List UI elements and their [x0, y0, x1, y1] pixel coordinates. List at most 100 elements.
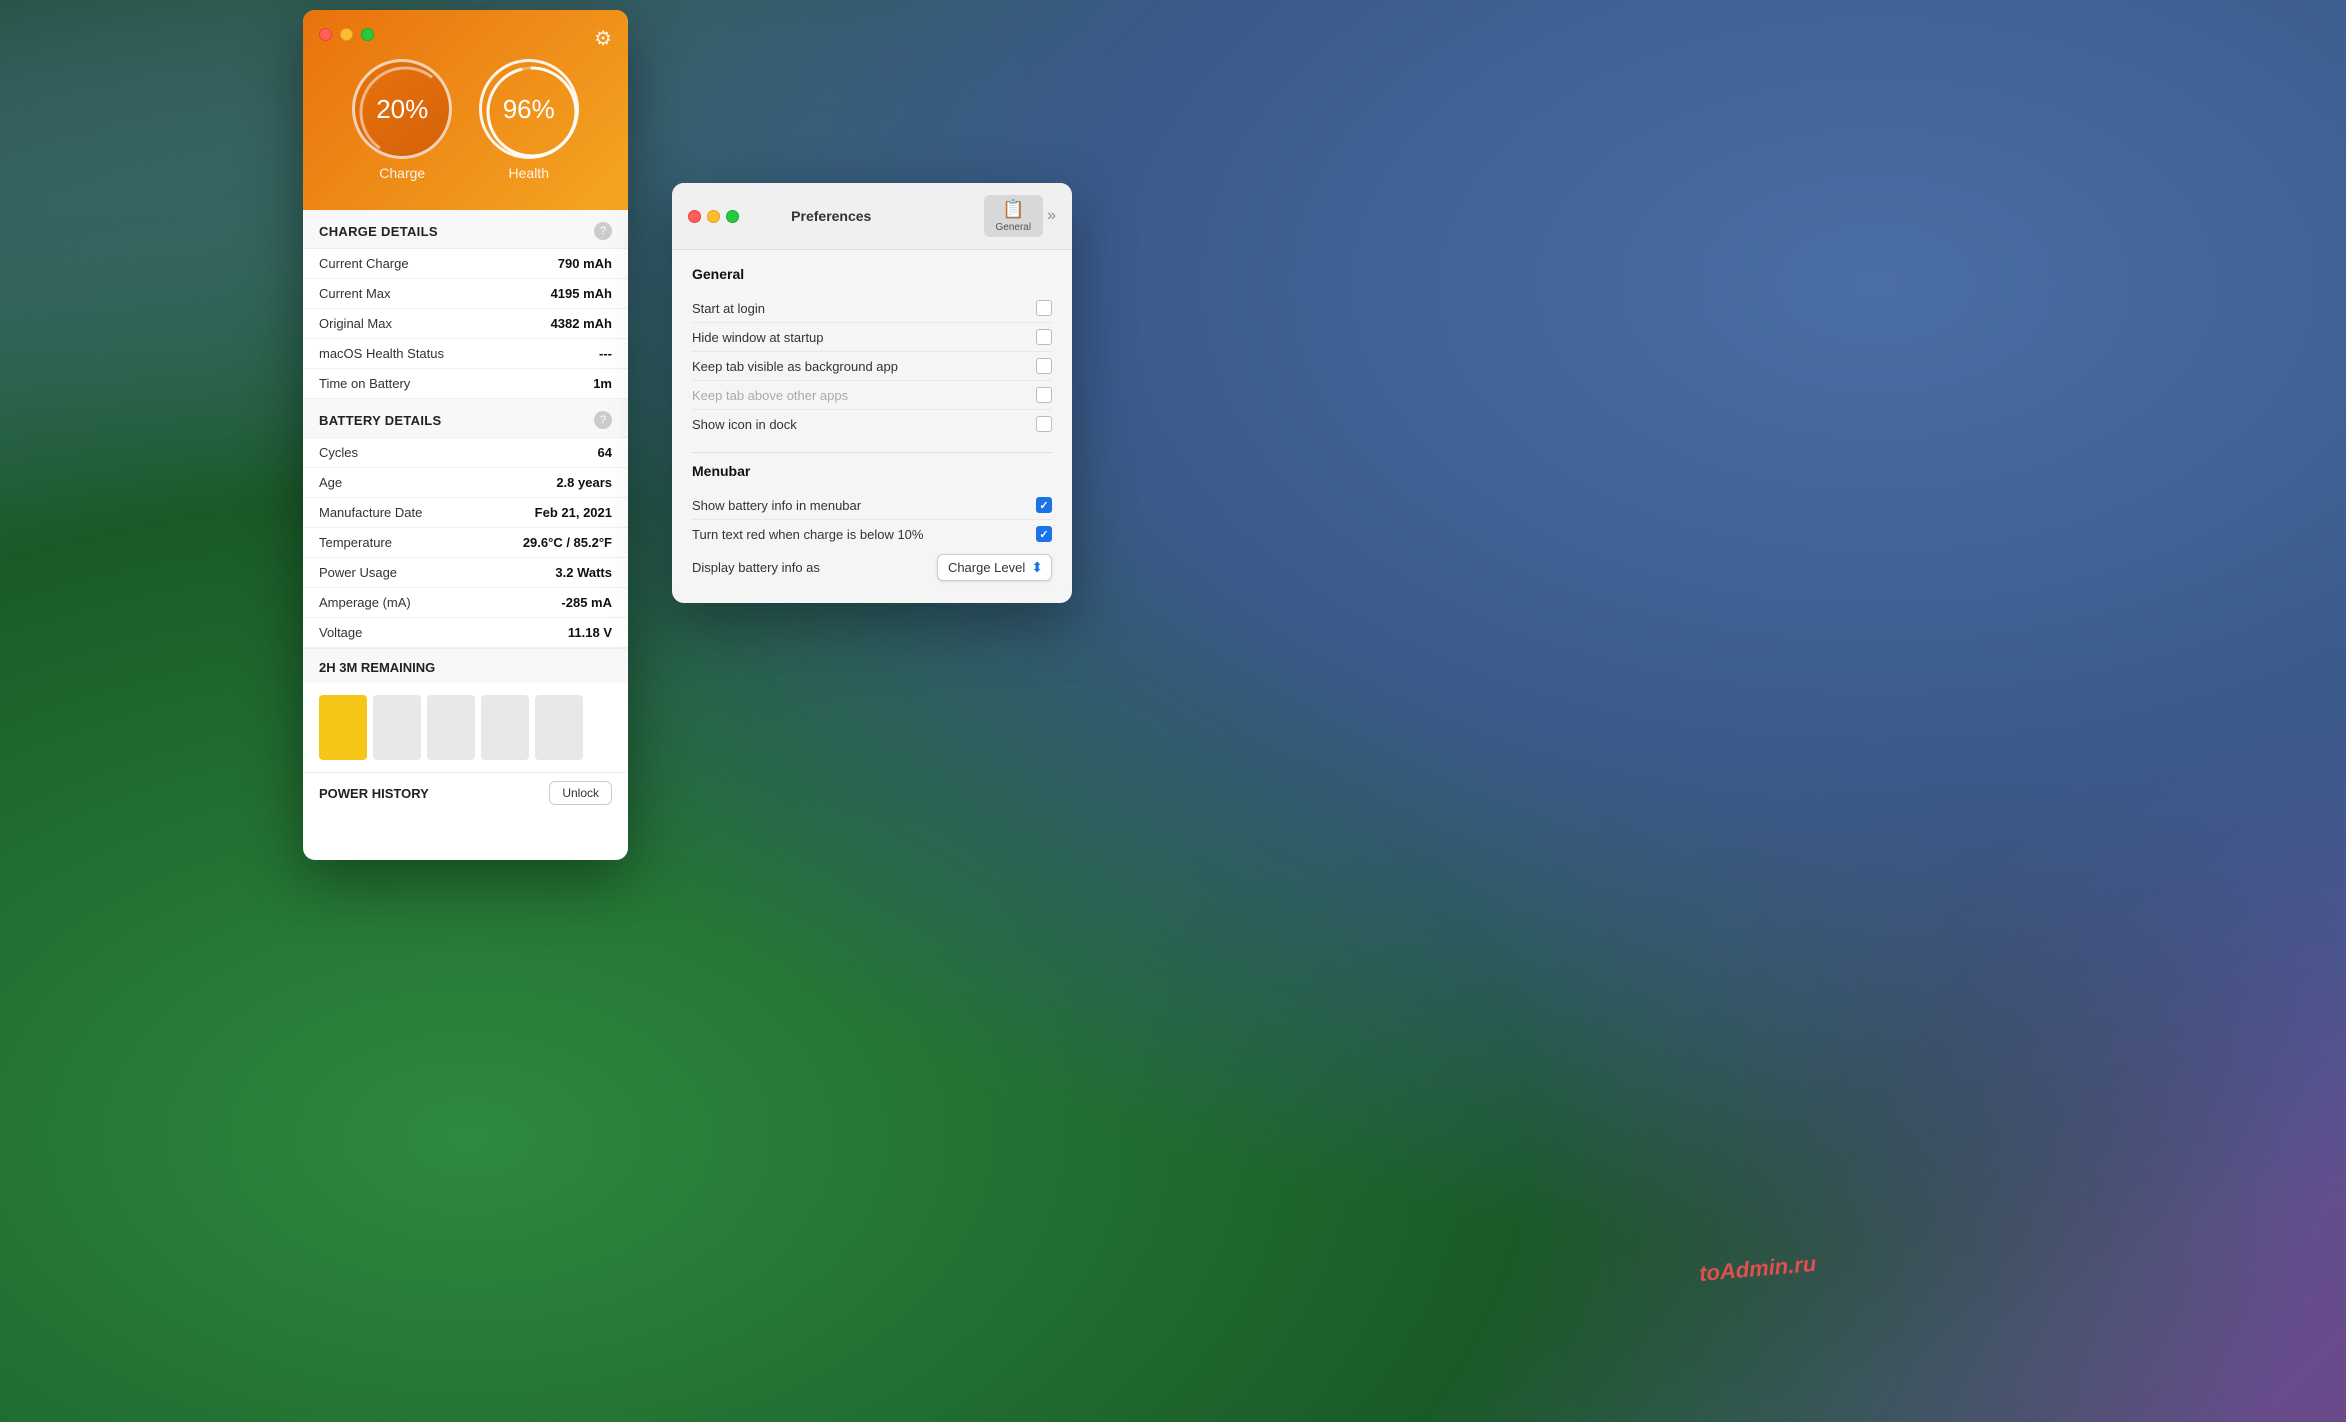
prefs-body: General Start at login Hide window at sta…	[672, 250, 1072, 603]
zoom-button[interactable]	[361, 28, 374, 41]
battery-gauges: 20% Charge 96% Health	[319, 49, 612, 181]
detail-row: Original Max 4382 mAh	[303, 309, 628, 339]
health-gauge: 96% Health	[479, 59, 579, 181]
power-bar-4	[481, 695, 529, 760]
detail-row: macOS Health Status ---	[303, 339, 628, 369]
detail-value: 3.2 Watts	[555, 565, 612, 580]
charge-gauge: 20% Charge	[352, 59, 452, 181]
detail-row: Power Usage 3.2 Watts	[303, 558, 628, 588]
pref-label: Keep tab above other apps	[692, 388, 848, 403]
battery-details-title: BATTERY DETAILS	[319, 413, 441, 428]
battery-window: ⚙ 20% Charge 96%	[303, 10, 628, 860]
prefs-row: Show icon in dock	[692, 410, 1052, 438]
detail-label: Original Max	[319, 316, 392, 331]
detail-row: Cycles 64	[303, 438, 628, 468]
power-bar-1	[319, 695, 367, 760]
detail-row: Manufacture Date Feb 21, 2021	[303, 498, 628, 528]
battery-help-icon[interactable]: ?	[594, 411, 612, 429]
charge-circle: 20%	[352, 59, 452, 159]
menubar-items: Show battery info in menubar Turn text re…	[692, 491, 1052, 548]
pref-label: Keep tab visible as background app	[692, 359, 898, 374]
gear-icon[interactable]: ⚙	[594, 26, 612, 51]
health-circle: 96%	[479, 59, 579, 159]
detail-row: Current Max 4195 mAh	[303, 279, 628, 309]
pref-label: Show icon in dock	[692, 417, 797, 432]
detail-label: Voltage	[319, 625, 362, 640]
general-tab-icon: 📋	[1002, 199, 1024, 220]
charge-help-icon[interactable]: ?	[594, 222, 612, 240]
detail-value: Feb 21, 2021	[535, 505, 612, 520]
prefs-toolbar: 📋 General »	[984, 195, 1056, 237]
prefs-title: Preferences	[691, 208, 972, 224]
charge-details-header: CHARGE DETAILS ?	[303, 210, 628, 249]
detail-value: 4382 mAh	[551, 316, 612, 331]
dropdown-arrows-icon: ⬍	[1031, 559, 1043, 576]
detail-value: ---	[599, 346, 612, 361]
menubar-section-title: Menubar	[692, 463, 1052, 479]
detail-label: Power Usage	[319, 565, 397, 580]
detail-value: -285 mA	[561, 595, 612, 610]
prefs-row: Show battery info in menubar	[692, 491, 1052, 520]
pref-checkbox[interactable]	[1036, 329, 1052, 345]
charge-details-rows: Current Charge 790 mAh Current Max 4195 mAh…	[303, 249, 628, 399]
power-bars	[303, 683, 628, 772]
general-section-title: General	[692, 266, 1052, 282]
close-button[interactable]	[319, 28, 332, 41]
power-history-title: POWER HISTORY	[319, 786, 429, 801]
display-battery-dropdown[interactable]: Charge Level ⬍	[937, 554, 1052, 581]
detail-label: Age	[319, 475, 342, 490]
prefs-row: Turn text red when charge is below 10%	[692, 520, 1052, 548]
unlock-button[interactable]: Unlock	[549, 781, 612, 805]
tab-general[interactable]: 📋 General	[984, 195, 1044, 237]
detail-label: Cycles	[319, 445, 358, 460]
detail-label: Current Max	[319, 286, 391, 301]
detail-row: Voltage 11.18 V	[303, 618, 628, 648]
pref-checkbox[interactable]	[1036, 497, 1052, 513]
remaining-title: 2H 3M REMAINING	[319, 660, 435, 675]
detail-value: 11.18 V	[568, 625, 612, 640]
pref-checkbox[interactable]	[1036, 416, 1052, 432]
detail-value: 29.6°C / 85.2°F	[523, 535, 612, 550]
pref-checkbox[interactable]	[1036, 358, 1052, 374]
detail-value: 4195 mAh	[551, 286, 612, 301]
detail-label: macOS Health Status	[319, 346, 444, 361]
pref-label: Show battery info in menubar	[692, 498, 861, 513]
battery-body: CHARGE DETAILS ? Current Charge790 mAhCu…	[303, 210, 628, 815]
battery-details-rows: Cycles 64 Age 2.8 years Manufacture Date Feb …	[303, 438, 628, 648]
charge-label: Charge	[379, 165, 425, 181]
power-bar-5	[535, 695, 583, 760]
detail-row: Time on Battery 1m	[303, 369, 628, 399]
detail-value: 2.8 years	[556, 475, 612, 490]
detail-row: Amperage (mA) -285 mA	[303, 588, 628, 618]
pref-label: Hide window at startup	[692, 330, 824, 345]
detail-label: Amperage (mA)	[319, 595, 411, 610]
minimize-button[interactable]	[340, 28, 353, 41]
prefs-row: Hide window at startup	[692, 323, 1052, 352]
detail-value: 1m	[593, 376, 612, 391]
charge-details-title: CHARGE DETAILS	[319, 224, 438, 239]
power-history-row: POWER HISTORY Unlock	[303, 772, 628, 815]
detail-label: Current Charge	[319, 256, 409, 271]
pref-checkbox[interactable]	[1036, 387, 1052, 403]
pref-label: Turn text red when charge is below 10%	[692, 527, 923, 542]
detail-label: Manufacture Date	[319, 505, 422, 520]
power-bar-2	[373, 695, 421, 760]
detail-value: 790 mAh	[558, 256, 612, 271]
prefs-window: Preferences 📋 General » General Start at…	[672, 183, 1072, 603]
toolbar-chevron-icon[interactable]: »	[1047, 207, 1056, 225]
power-bar-3	[427, 695, 475, 760]
detail-row: Current Charge 790 mAh	[303, 249, 628, 279]
pref-label: Start at login	[692, 301, 765, 316]
general-items: Start at login Hide window at startup Keep…	[692, 294, 1052, 438]
detail-label: Time on Battery	[319, 376, 410, 391]
display-battery-label: Display battery info as	[692, 560, 820, 575]
prefs-titlebar: Preferences 📋 General »	[672, 183, 1072, 250]
pref-checkbox[interactable]	[1036, 526, 1052, 542]
health-label: Health	[509, 165, 549, 181]
detail-value: 64	[598, 445, 612, 460]
pref-checkbox[interactable]	[1036, 300, 1052, 316]
display-battery-row: Display battery info as Charge Level ⬍	[692, 548, 1052, 587]
general-tab-label: General	[996, 222, 1032, 233]
traffic-lights	[319, 28, 612, 41]
battery-header: ⚙ 20% Charge 96%	[303, 10, 628, 210]
